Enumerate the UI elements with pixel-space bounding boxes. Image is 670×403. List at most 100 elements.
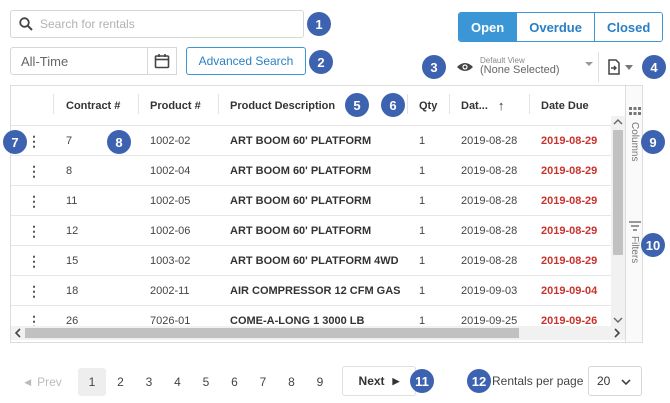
cell-contract: 11 xyxy=(66,194,78,207)
page-number-2[interactable]: 2 xyxy=(107,368,135,396)
rows-per-page-label: Rentals per page xyxy=(492,374,584,388)
next-page-button[interactable]: Next ▶ xyxy=(342,366,416,396)
table-row[interactable]: ⋮ 7 1002-02 ART BOOM 60' PLATFORM 1 2019-08-2… xyxy=(11,126,614,156)
cell-date: 2019-08-28 xyxy=(461,164,518,177)
export-icon xyxy=(607,59,620,75)
row-menu-button[interactable]: ⋮ xyxy=(24,126,44,155)
cell-product: 1003-02 xyxy=(150,254,191,267)
saved-view-value: (None Selected) xyxy=(480,64,560,77)
search-icon xyxy=(19,17,33,31)
callout-badge: 9 xyxy=(641,130,665,154)
cell-qty: 1 xyxy=(419,194,426,207)
cell-due-date: 2019-08-29 xyxy=(541,134,598,147)
rows-per-page-value: 20 xyxy=(597,374,611,388)
cell-due-date: 2019-08-29 xyxy=(541,254,598,267)
advanced-search-button[interactable]: Advanced Search xyxy=(186,47,306,75)
row-menu-button[interactable]: ⋮ xyxy=(24,276,44,305)
cell-qty: 1 xyxy=(419,254,426,267)
col-product[interactable]: Product # xyxy=(150,86,201,125)
callout-badge: 6 xyxy=(381,93,405,117)
filters-panel-label: Filters xyxy=(629,236,640,264)
col-due[interactable]: Date Due xyxy=(541,86,589,125)
cell-description: ART BOOM 60' PLATFORM xyxy=(230,224,372,237)
columns-panel-label: Columns xyxy=(629,122,640,162)
horizontal-scroll-thumb[interactable] xyxy=(25,328,519,338)
horizontal-scrollbar[interactable] xyxy=(11,326,625,340)
cell-product: 1002-04 xyxy=(150,164,191,177)
callout-badge: 4 xyxy=(642,55,666,79)
sort-up-icon: ↑ xyxy=(497,98,505,113)
filter-icon xyxy=(629,221,641,231)
cell-description: ART BOOM 60' PLATFORM xyxy=(230,164,372,177)
callout-badge: 2 xyxy=(309,50,333,74)
cell-due-date: 2019-08-29 xyxy=(541,164,598,177)
page-number-8[interactable]: 8 xyxy=(278,368,306,396)
cell-contract: 12 xyxy=(66,224,79,237)
scroll-down-icon xyxy=(613,317,623,323)
scroll-up-icon xyxy=(613,119,623,125)
row-menu-button[interactable]: ⋮ xyxy=(24,246,44,275)
callout-badge: 12 xyxy=(467,369,491,393)
cell-date: 2019-08-28 xyxy=(461,134,518,147)
cell-qty: 1 xyxy=(419,164,426,177)
table-row[interactable]: ⋮ 11 1002-05 ART BOOM 60' PLATFORM 1 2019-08-… xyxy=(11,186,614,216)
columns-icon xyxy=(629,107,641,115)
kebab-menu-icon: ⋮ xyxy=(27,192,41,209)
callout-badge: 3 xyxy=(422,55,446,79)
date-range-select[interactable]: All-Time xyxy=(10,47,148,75)
cell-qty: 1 xyxy=(419,224,426,237)
cell-date: 2019-08-28 xyxy=(461,194,518,207)
col-description[interactable]: Product Description xyxy=(230,86,335,125)
prev-page-label: Prev xyxy=(37,375,62,389)
cell-contract: 15 xyxy=(66,254,79,267)
col-contract[interactable]: Contract # xyxy=(66,86,120,125)
vertical-scrollbar[interactable] xyxy=(611,116,625,326)
page-number-7[interactable]: 7 xyxy=(249,368,277,396)
scroll-right-icon xyxy=(614,328,621,338)
search-box[interactable] xyxy=(10,10,304,38)
row-menu-button[interactable]: ⋮ xyxy=(24,156,44,185)
row-menu-button[interactable]: ⋮ xyxy=(24,186,44,215)
callout-badge: 5 xyxy=(345,93,369,117)
next-page-label: Next xyxy=(358,374,385,388)
rentals-grid: Contract # Product # Product Description… xyxy=(10,85,643,343)
tab-closed[interactable]: Closed xyxy=(593,13,663,41)
kebab-menu-icon: ⋮ xyxy=(27,132,41,149)
vertical-scroll-thumb[interactable] xyxy=(613,130,623,255)
page-number-5[interactable]: 5 xyxy=(192,368,220,396)
columns-panel-toggle[interactable]: Columns xyxy=(626,102,642,172)
kebab-menu-icon: ⋮ xyxy=(27,282,41,299)
status-tabs: Open Overdue Closed xyxy=(458,12,664,42)
page-number-9[interactable]: 9 xyxy=(306,368,334,396)
page-number-4[interactable]: 4 xyxy=(164,368,192,396)
page-number-6[interactable]: 6 xyxy=(221,368,249,396)
tab-open[interactable]: Open xyxy=(459,13,517,41)
search-input[interactable] xyxy=(40,17,290,31)
rows-per-page-select[interactable]: 20 xyxy=(588,366,642,396)
export-button[interactable] xyxy=(598,52,640,82)
cell-due-date: 2019-08-29 xyxy=(541,224,598,237)
cell-contract: 8 xyxy=(66,164,73,177)
calendar-button[interactable] xyxy=(147,47,177,75)
col-date[interactable]: Dat... ↑ xyxy=(461,86,504,125)
page-number-3[interactable]: 3 xyxy=(135,368,163,396)
cell-due-date: 2019-09-04 xyxy=(541,284,598,297)
cell-date: 2019-08-28 xyxy=(461,254,518,267)
col-qty[interactable]: Qty xyxy=(419,86,437,125)
cell-description: ART BOOM 60' PLATFORM 4WD xyxy=(230,254,399,267)
callout-badge: 7 xyxy=(3,130,27,154)
prev-page-button[interactable]: ◀ Prev xyxy=(18,368,68,396)
tab-overdue[interactable]: Overdue xyxy=(516,13,594,41)
table-row[interactable]: ⋮ 8 1002-04 ART BOOM 60' PLATFORM 1 2019-08-2… xyxy=(11,156,614,186)
page-number-1[interactable]: 1 xyxy=(78,368,106,396)
table-row[interactable]: ⋮ 12 1002-06 ART BOOM 60' PLATFORM 1 2019-08-… xyxy=(11,216,614,246)
cell-contract: 7 xyxy=(66,134,73,147)
chevron-down-icon xyxy=(621,379,631,385)
row-menu-button[interactable]: ⋮ xyxy=(24,216,44,245)
side-panel: Columns Filters xyxy=(625,86,642,342)
table-row[interactable]: ⋮ 18 2002-11 AIR COMPRESSOR 12 CFM GAS 1 2019… xyxy=(11,276,614,306)
eye-icon xyxy=(457,63,473,71)
table-row[interactable]: ⋮ 15 1003-02 ART BOOM 60' PLATFORM 4WD 1 2019… xyxy=(11,246,614,276)
scroll-left-icon xyxy=(14,328,21,338)
saved-view-select[interactable]: Default View (None Selected) xyxy=(450,52,595,82)
